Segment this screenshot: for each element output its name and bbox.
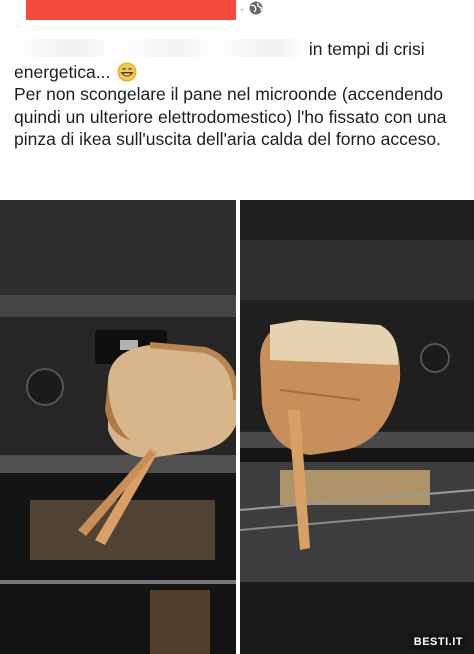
post-header: · [0,0,474,30]
header-separator: · [240,2,244,16]
post-text-body: Per non scongelare il pane nel microonde… [14,84,447,149]
post-text-line-1: in tempi di crisi [308,39,425,59]
watermark: BESTI.IT [408,634,468,650]
post-text-first-line: in tempi di crisi [14,38,464,61]
photo-left[interactable] [0,200,236,654]
redacted-author-name [26,0,236,20]
grinning-face-emoji-icon [117,62,137,81]
photo-right[interactable] [240,200,474,654]
oven-bread-photo-left [0,200,236,654]
post-text-line-2: energetica... [14,61,111,82]
post-text: in tempi di crisi energetica... Per non … [14,38,464,151]
oven-bread-photo-right [240,200,474,654]
globe-icon[interactable] [248,0,264,16]
post-text-second-line: energetica... [14,61,464,84]
blurred-text [14,39,304,57]
